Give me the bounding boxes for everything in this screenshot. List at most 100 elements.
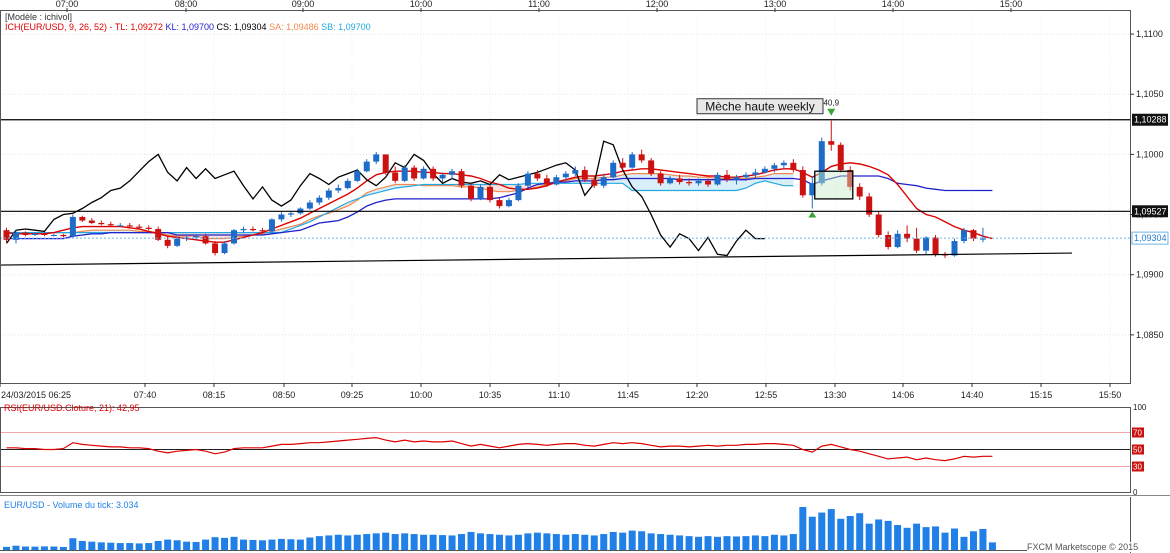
fractal-label: 40,9 [823, 99, 839, 108]
volume-bar [69, 538, 77, 550]
chart-canvas: Mèche haute weekly 40,9 07:00 08:00 09:00 10… [0, 0, 1170, 553]
candle-body [60, 235, 67, 237]
volume-bar [391, 534, 399, 550]
candle-body [638, 154, 645, 161]
top-time-label: 10:00 [410, 0, 433, 9]
top-time-label: 12:00 [646, 0, 669, 9]
candle-body [50, 235, 57, 237]
annotation-label: Mèche haute weekly [705, 100, 814, 114]
candle-body [344, 180, 351, 189]
candle-body [31, 233, 38, 236]
candle-body [591, 179, 598, 186]
volume-bar [211, 537, 219, 550]
volume-bar [78, 540, 86, 550]
candle-body [799, 170, 806, 196]
volume-bar [704, 536, 712, 550]
candle-body [354, 171, 361, 181]
candle-body [752, 172, 759, 175]
rsi-tick-label: 70 [1133, 429, 1142, 438]
volume-bar [951, 528, 958, 550]
candle-body [923, 237, 930, 251]
price-panel-frame [0, 10, 1131, 384]
candle-body [960, 230, 967, 242]
candle-body [430, 168, 437, 179]
candle-body [107, 224, 114, 226]
candle-body [505, 200, 512, 207]
volume-bar [979, 528, 987, 550]
volume-bar [780, 535, 788, 550]
bottom-time-label: 10:00 [410, 390, 433, 400]
candle-body [231, 230, 238, 244]
volume-bar [88, 541, 96, 550]
top-time-label: 14:00 [882, 0, 905, 9]
candle-body [619, 162, 626, 168]
candle-body [657, 173, 664, 184]
candle-body [979, 238, 986, 240]
volume-bar [619, 532, 627, 550]
bottom-time-label: 08:50 [273, 390, 296, 400]
candle-body [335, 188, 342, 191]
volume-bar [969, 531, 977, 550]
candle-body [69, 216, 76, 237]
bottom-time-label: 10:35 [479, 390, 502, 400]
bottom-time-label: 09:25 [341, 390, 364, 400]
trend-line [0, 252, 1073, 266]
price-tick-label: 1,1100 [1136, 29, 1163, 39]
volume-bar [666, 534, 674, 550]
volume-bar [894, 525, 902, 550]
volume-bar [277, 538, 285, 550]
volume-bar [543, 533, 551, 550]
volume-bar [903, 527, 911, 550]
volume-bar [107, 542, 115, 550]
volume-bar [695, 536, 703, 550]
bottom-time-label: 11:10 [548, 390, 570, 400]
candle-body [458, 171, 465, 186]
volume-bar [410, 534, 418, 550]
support-price-label: 1,09527 [1134, 206, 1167, 216]
kumo-segment [641, 173, 652, 191]
kumo-cloud [6, 173, 794, 239]
volume-bar [524, 533, 532, 550]
volume-bar [723, 536, 731, 550]
volume-bar [590, 535, 598, 550]
kumo-segment [783, 173, 794, 186]
rsi-tick-label: 0 [1133, 488, 1138, 497]
volume-bar [477, 533, 484, 550]
volume-bar [240, 539, 247, 550]
volume-bar [12, 545, 20, 550]
bottom-time-label: 08:15 [203, 390, 226, 400]
candle-body [287, 213, 294, 215]
candle-body [733, 177, 740, 180]
volume-bar [960, 536, 968, 550]
volume-bar [865, 523, 873, 550]
top-time-label: 09:00 [292, 0, 315, 9]
volume-bar [50, 546, 58, 550]
volume-bar [135, 543, 143, 550]
candle-body [932, 237, 939, 255]
candle-body [562, 173, 569, 178]
volume-bar [401, 533, 409, 550]
price-tick-label: 1,0850 [1136, 330, 1164, 340]
candle-body [221, 243, 228, 254]
volume-bar [249, 539, 257, 550]
volume-bar [467, 531, 475, 550]
volume-bar [97, 542, 105, 550]
volume-bar [628, 530, 636, 550]
rsi-panel [0, 432, 1130, 467]
bottom-time-label: 24/03/2015 06:25 [1, 390, 71, 400]
volume-bar [552, 534, 560, 550]
candle-body [117, 225, 124, 227]
candle-body [373, 154, 380, 162]
price-tick-label: 1,0900 [1136, 270, 1164, 280]
volume-bar [334, 534, 342, 550]
copyright-label: FXCM Marketscope © 2015 [1027, 542, 1139, 552]
candle-body [686, 182, 693, 184]
volume-bar [268, 539, 276, 550]
volume-bar [742, 536, 750, 550]
top-time-label: 08:00 [175, 0, 198, 9]
volume-bar [941, 532, 949, 550]
candle-body [363, 161, 370, 172]
volume-bar [372, 533, 380, 550]
candle-body [79, 216, 86, 221]
volume-panel [3, 507, 996, 550]
